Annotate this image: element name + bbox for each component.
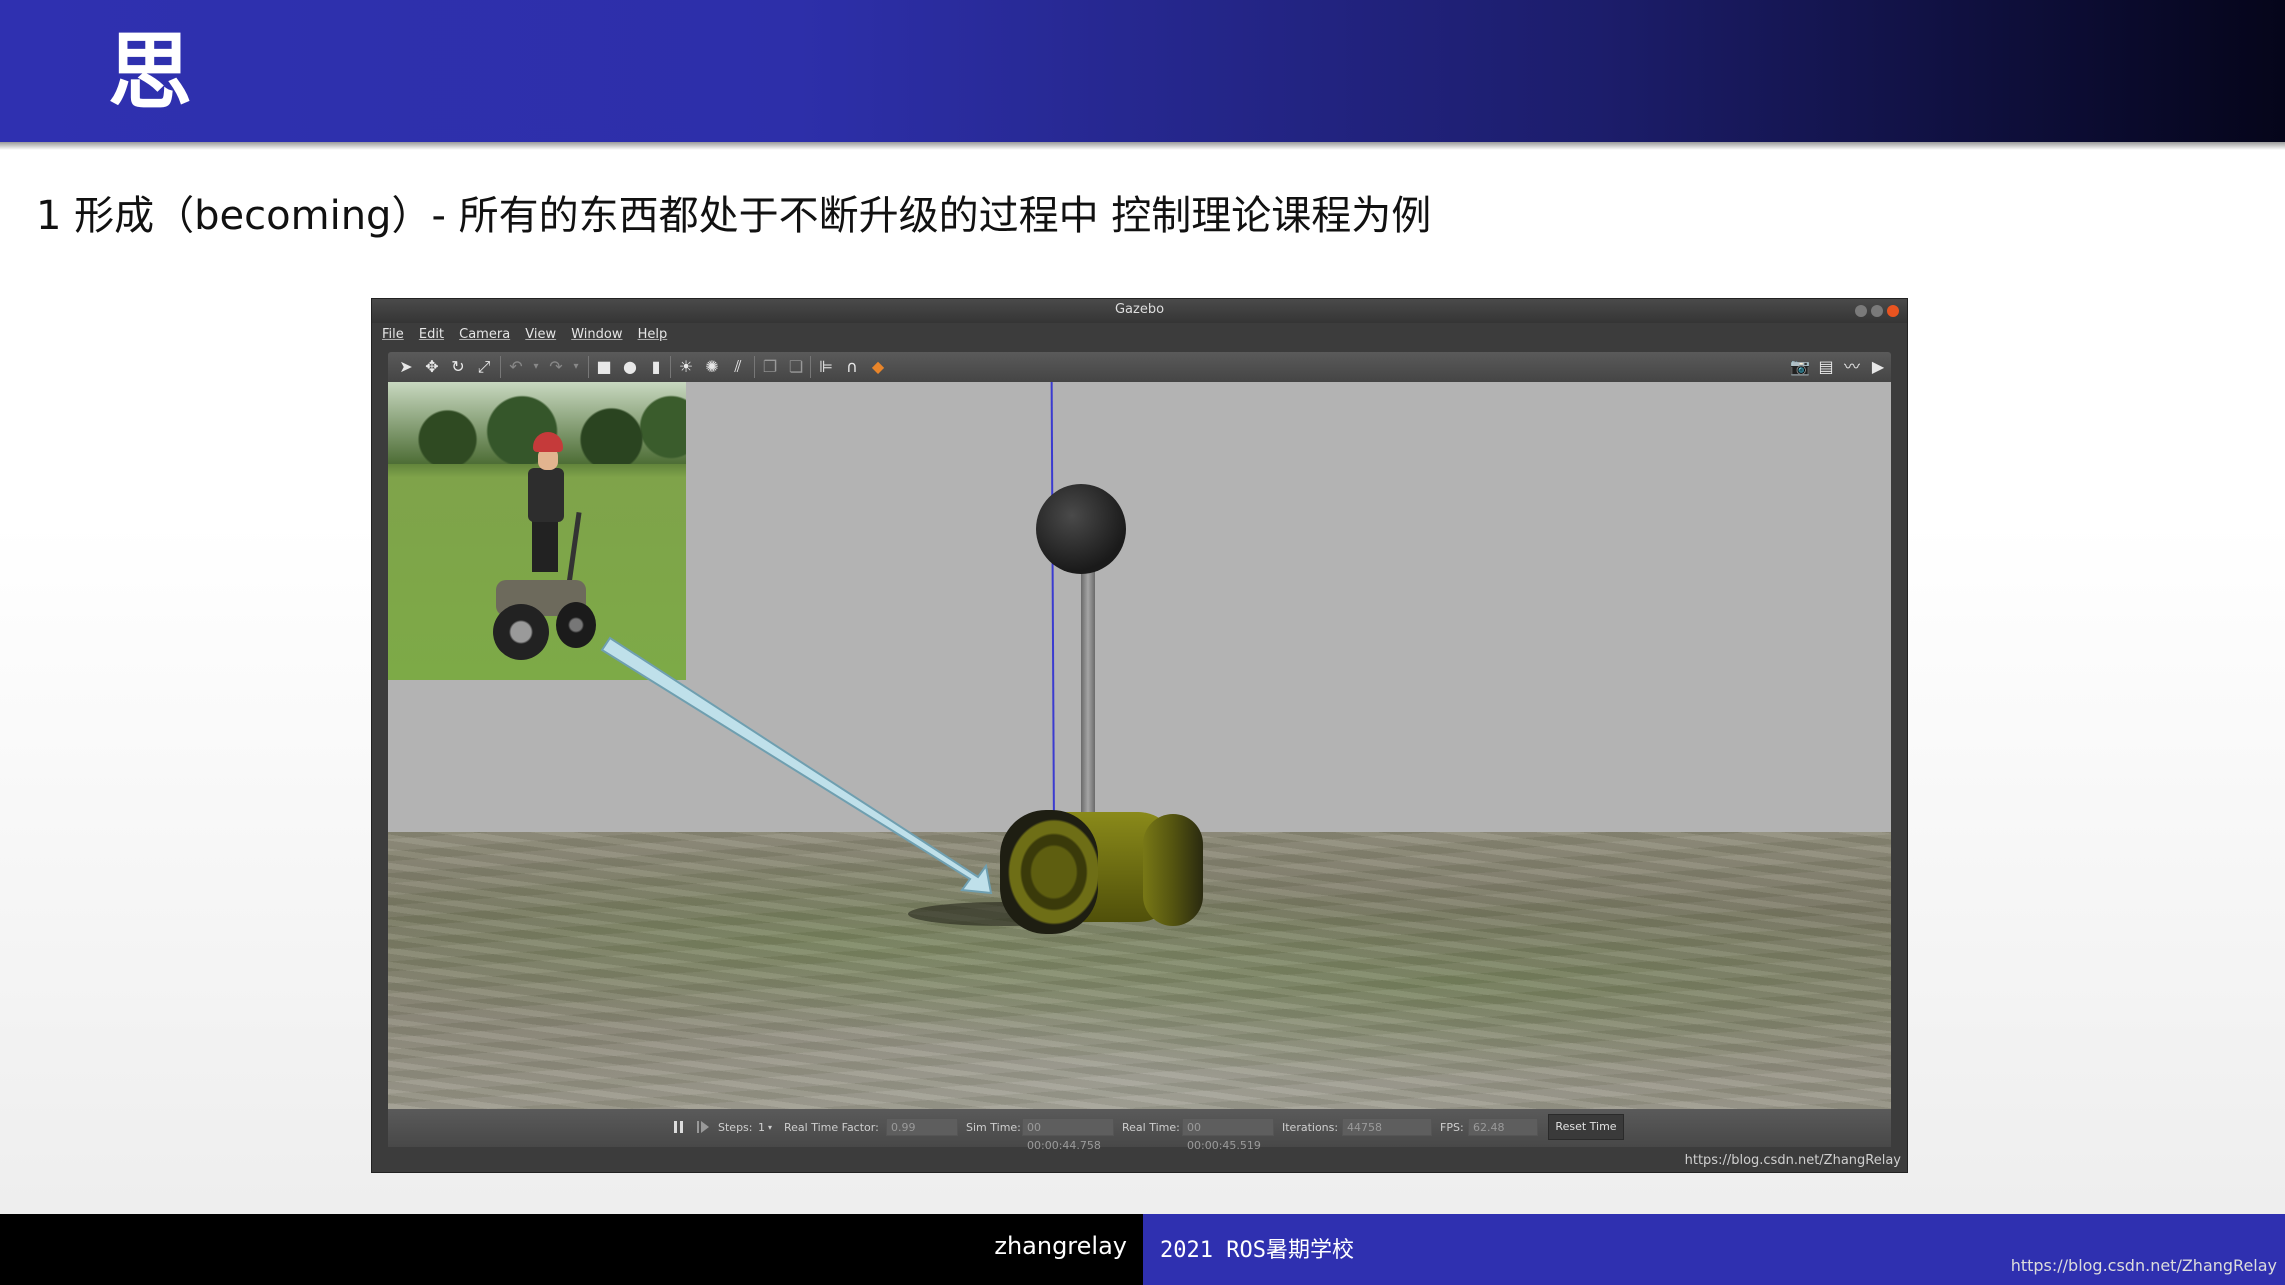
undo-icon[interactable]: ↶ <box>506 357 526 377</box>
steps-dropdown-icon[interactable]: ▾ <box>768 1123 772 1132</box>
menu-camera[interactable]: Camera <box>459 327 510 342</box>
step-forward-icon[interactable] <box>696 1120 710 1134</box>
plot-icon[interactable]: 〰 <box>1842 357 1862 377</box>
menu-view[interactable]: View <box>525 327 556 342</box>
maximize-button[interactable] <box>1871 305 1883 317</box>
undo-dropdown-icon[interactable]: ▾ <box>526 357 546 377</box>
gazebo-window: Gazebo File Edit Camera View Window Help… <box>371 298 1908 1173</box>
steps-value[interactable]: 1 <box>758 1121 765 1134</box>
spot-light-icon[interactable]: ✺ <box>702 357 722 377</box>
menu-bar: File Edit Camera View Window Help <box>372 323 1907 347</box>
steps-label: Steps: <box>718 1121 753 1134</box>
3d-viewport[interactable] <box>388 382 1891 1109</box>
watermark-text: https://blog.csdn.net/ZhangRelay <box>1684 1153 1901 1168</box>
log-icon[interactable]: ▤ <box>1816 357 1836 377</box>
point-light-icon[interactable]: ☀ <box>676 357 696 377</box>
toolbar: ➤ ✥ ↻ ⤢ ↶ ▾ ↷ ▾ ■ ● ▮ ☀ ✺ ⫽ ❐ ❏ ⊫ ∩ ◆ 📷 … <box>388 352 1891 382</box>
directional-light-icon[interactable]: ⫽ <box>728 357 748 377</box>
rtf-field: 0.99 <box>886 1118 958 1136</box>
slide-subtitle: 1 形成（becoming）- 所有的东西都处于不断升级的过程中 控制理论课程为… <box>36 193 1432 239</box>
pause-icon[interactable] <box>672 1120 686 1134</box>
footer-left: zhangrelay <box>0 1214 1143 1285</box>
select-arrow-icon[interactable]: ➤ <box>396 357 416 377</box>
cylinder-shape-icon[interactable]: ▮ <box>646 357 666 377</box>
translate-icon[interactable]: ✥ <box>422 357 442 377</box>
header-title-char: 思 <box>108 22 193 121</box>
iterations-field: 44758 <box>1342 1118 1432 1136</box>
close-button[interactable] <box>1887 305 1899 317</box>
rtf-label: Real Time Factor: <box>784 1121 879 1134</box>
align-icon[interactable]: ⊫ <box>816 357 836 377</box>
sphere-shape-icon[interactable]: ● <box>620 357 640 377</box>
menu-help[interactable]: Help <box>638 327 668 342</box>
sim-time-field: 00 00:00:44.758 <box>1022 1118 1114 1152</box>
slide-header: 思 <box>0 0 2285 142</box>
real-time-label: Real Time: <box>1122 1121 1180 1134</box>
iterations-label: Iterations: <box>1282 1121 1339 1134</box>
fps-field: 62.48 <box>1468 1118 1538 1136</box>
rotate-icon[interactable]: ↻ <box>448 357 468 377</box>
scale-icon[interactable]: ⤢ <box>474 357 494 377</box>
copy-icon[interactable]: ❐ <box>760 357 780 377</box>
arrow-shape <box>600 636 993 895</box>
snap-icon[interactable]: ∩ <box>842 357 862 377</box>
redo-icon[interactable]: ↷ <box>546 357 566 377</box>
minimize-button[interactable] <box>1855 305 1867 317</box>
real-time-field: 00 00:00:45.519 <box>1182 1118 1274 1152</box>
footer-url: https://blog.csdn.net/ZhangRelay <box>2010 1256 2277 1275</box>
menu-edit[interactable]: Edit <box>419 327 444 342</box>
video-record-icon[interactable]: ▶ <box>1868 357 1888 377</box>
sim-time-label: Sim Time: <box>966 1121 1021 1134</box>
menu-window[interactable]: Window <box>571 327 622 342</box>
reset-time-button[interactable]: Reset Time <box>1548 1114 1624 1140</box>
footer-right: 2021 ROS暑期学校 https://blog.csdn.net/Zhang… <box>1143 1214 2285 1285</box>
menu-file[interactable]: File <box>382 327 404 342</box>
pointer-arrow <box>600 636 993 895</box>
redo-dropdown-icon[interactable]: ▾ <box>566 357 586 377</box>
window-title: Gazebo <box>1114 302 1165 317</box>
footer-school: 2021 ROS暑期学校 <box>1160 1238 1354 1263</box>
fps-label: FPS: <box>1440 1121 1464 1134</box>
footer-author: zhangrelay <box>994 1232 1127 1260</box>
paste-icon[interactable]: ❏ <box>786 357 806 377</box>
box-shape-icon[interactable]: ■ <box>594 357 614 377</box>
screenshot-icon[interactable]: 📷 <box>1790 357 1810 377</box>
header-shadow <box>0 142 2285 150</box>
select-color-icon[interactable]: ◆ <box>868 357 888 377</box>
window-title-bar[interactable]: Gazebo <box>372 299 1907 323</box>
status-bar: Steps: 1 ▾ Real Time Factor: 0.99 Sim Ti… <box>388 1109 1891 1152</box>
